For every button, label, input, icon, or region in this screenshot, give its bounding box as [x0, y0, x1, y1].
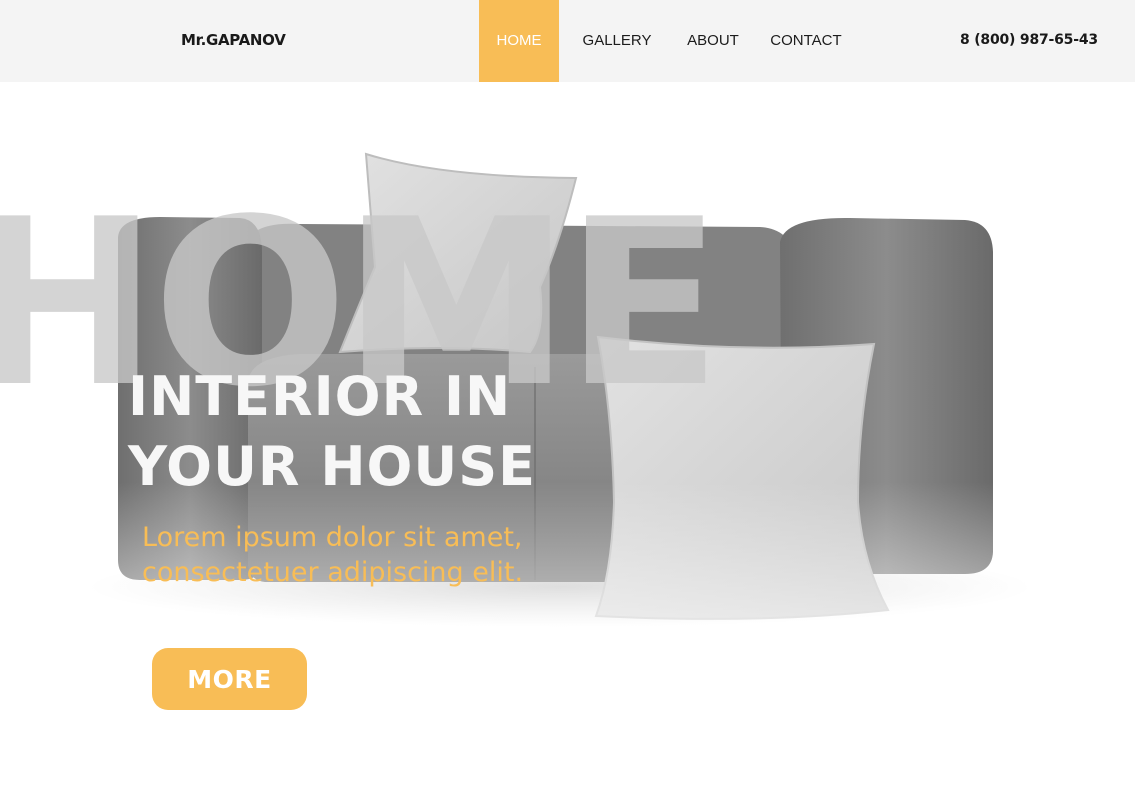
nav-home[interactable]: HOME [479, 0, 559, 82]
hero-headline: INTERIOR IN YOUR HOUSE [128, 362, 536, 502]
nav-contact[interactable]: CONTACT [765, 0, 847, 82]
nav-about[interactable]: ABOUT [681, 0, 745, 82]
logo[interactable]: Mr.GAPANOV [181, 31, 286, 49]
subtitle-line-2: consectetuer adipiscing elit. [142, 557, 524, 588]
hero-section: HOME INTERIOR IN YOUR HOUSE Lorem ipsum … [0, 82, 1135, 716]
headline-line-1: INTERIOR IN [128, 365, 512, 428]
more-button[interactable]: MORE [152, 648, 307, 710]
headline-line-2: YOUR HOUSE [128, 435, 537, 498]
site-header: Mr.GAPANOV HOME GALLERY ABOUT CONTACT 8 … [0, 0, 1135, 82]
subtitle-line-1: Lorem ipsum dolor sit amet, [142, 522, 523, 553]
hero-subtitle: Lorem ipsum dolor sit amet, consectetuer… [142, 520, 523, 590]
phone-number[interactable]: 8 (800) 987-65-43 [960, 32, 1098, 48]
nav-gallery[interactable]: GALLERY [577, 0, 657, 82]
